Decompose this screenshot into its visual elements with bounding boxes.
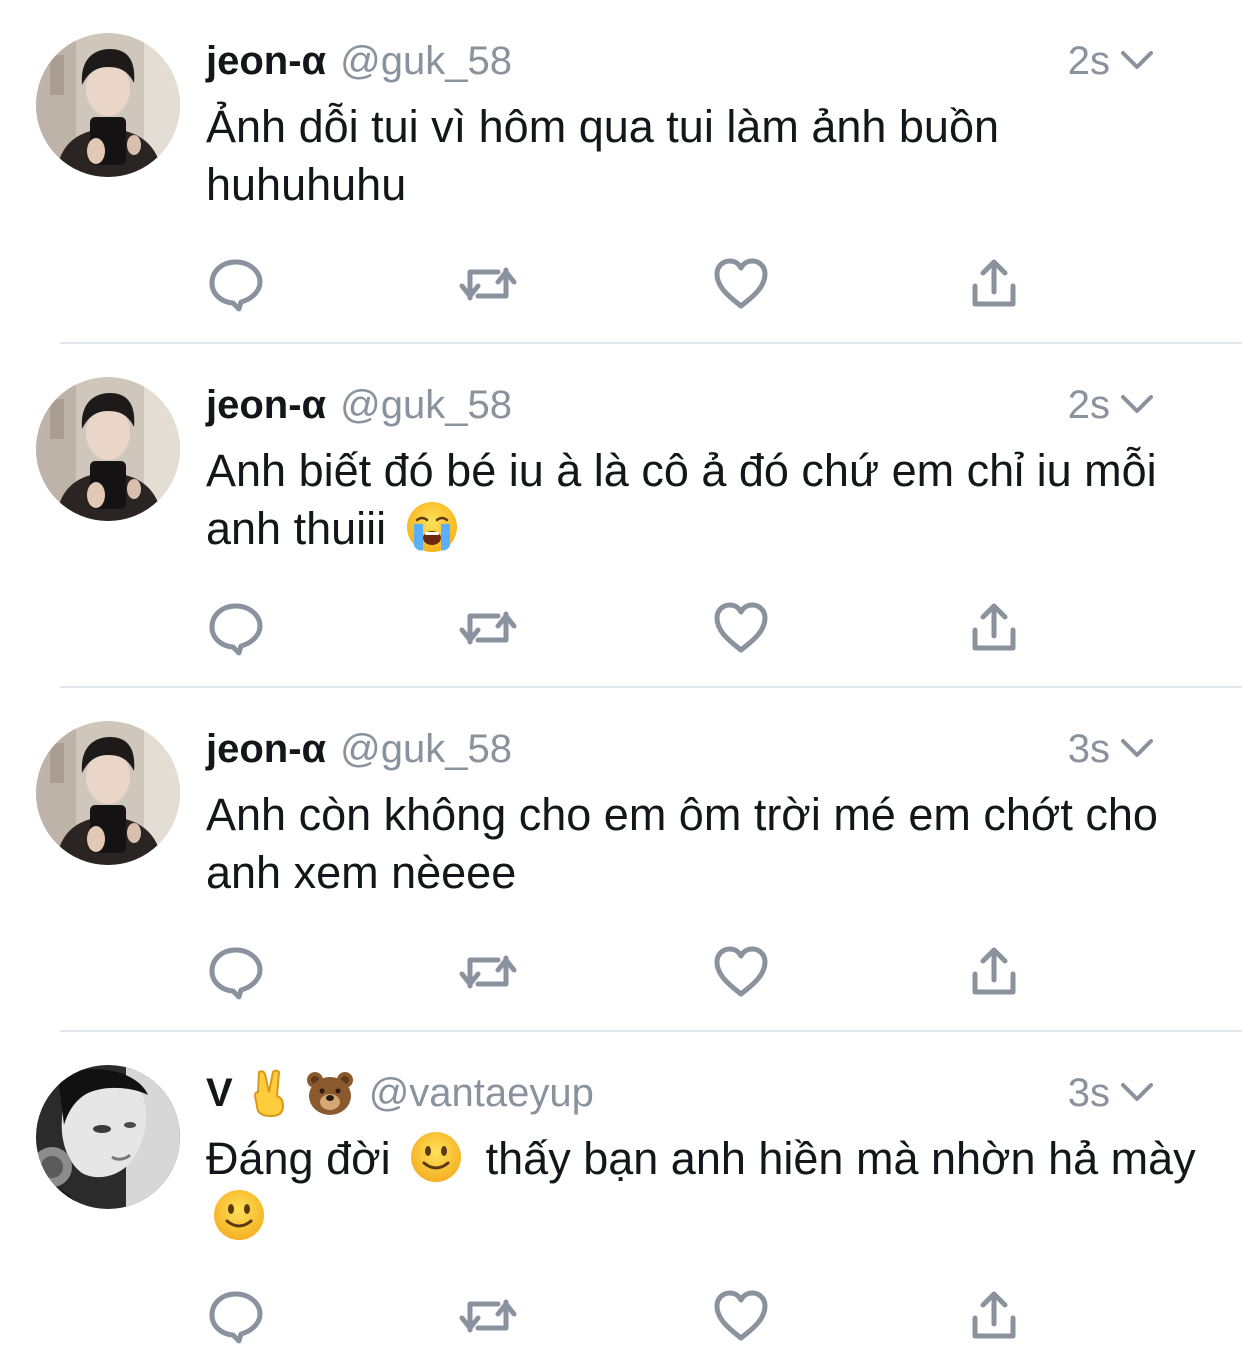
user-handle[interactable]: @guk_58 (340, 727, 512, 772)
tweet-actions (206, 1288, 1036, 1344)
like-icon[interactable] (711, 600, 771, 656)
like-icon[interactable] (711, 1288, 771, 1344)
reply-icon[interactable] (206, 600, 266, 656)
like-icon[interactable] (711, 944, 771, 1000)
tweet-header: V @vantaeyup 3s (206, 1068, 1202, 1118)
display-name[interactable]: jeon-α (206, 383, 326, 428)
tweet-text-part: Đáng đời (206, 1133, 391, 1184)
tweet-header: jeon-α @guk_58 2s (206, 380, 1202, 430)
tweet-actions (206, 600, 1036, 656)
retweet-icon[interactable] (458, 944, 518, 1000)
timestamp: 2s (1067, 383, 1110, 427)
tweet-actions (206, 944, 1036, 1000)
retweet-icon[interactable] (458, 256, 518, 312)
tweet-text: Anh biết đó bé iu à là cô ả đó chứ em ch… (206, 442, 1196, 558)
share-icon[interactable] (964, 944, 1024, 1000)
display-name[interactable]: V (206, 1071, 233, 1116)
tweet-text-part: Ảnh dỗi tui vì hôm qua tui làm ảnh buồn … (206, 101, 1000, 210)
avatar[interactable] (36, 1065, 180, 1209)
tweet[interactable]: jeon-α @guk_58 2s Ảnh dỗi tui vì hôm qua… (0, 0, 1242, 344)
avatar[interactable] (36, 377, 180, 521)
share-icon[interactable] (964, 600, 1024, 656)
chevron-down-icon[interactable] (1120, 736, 1154, 760)
tweet-text-part: thấy bạn anh hiền mà nhờn hả mày (485, 1133, 1196, 1184)
tweet-text-part: Anh còn không cho em ôm trời mé em chớt … (206, 789, 1158, 898)
tweet-header: jeon-α @guk_58 3s (206, 724, 1202, 774)
user-handle[interactable]: @guk_58 (340, 383, 512, 428)
slightly-smiling-face-emoji (212, 1188, 266, 1242)
share-icon[interactable] (964, 1288, 1024, 1344)
tweet-text: Anh còn không cho em ôm trời mé em chớt … (206, 786, 1196, 902)
tweet-text: Đáng đời thấy bạn anh hiền mà nhờn hả mà… (206, 1130, 1196, 1246)
timestamp: 2s (1067, 39, 1110, 83)
reply-icon[interactable] (206, 944, 266, 1000)
share-icon[interactable] (964, 256, 1024, 312)
chevron-down-icon[interactable] (1120, 48, 1154, 72)
tweet[interactable]: V @vantaeyup 3s Đáng đời thấy bạn anh hi… (0, 1032, 1242, 1371)
timestamp: 3s (1067, 727, 1110, 771)
avatar[interactable] (36, 721, 180, 865)
tweet-text: Ảnh dỗi tui vì hôm qua tui làm ảnh buồn … (206, 98, 1196, 214)
user-handle[interactable]: @vantaeyup (369, 1071, 594, 1116)
retweet-icon[interactable] (458, 1288, 518, 1344)
tweet-text-part: Anh biết đó bé iu à là cô ả đó chứ em ch… (206, 445, 1157, 554)
display-name[interactable]: jeon-α (206, 39, 326, 84)
tweet-actions (206, 256, 1036, 312)
tweet-header: jeon-α @guk_58 2s (206, 36, 1202, 86)
like-icon[interactable] (711, 256, 771, 312)
tweet[interactable]: jeon-α @guk_58 3s Anh còn không cho em ô… (0, 688, 1242, 1032)
tweet[interactable]: jeon-α @guk_58 2s Anh biết đó bé iu à là… (0, 344, 1242, 688)
reply-icon[interactable] (206, 1288, 266, 1344)
slightly-smiling-face-emoji (409, 1130, 463, 1184)
avatar[interactable] (36, 33, 180, 177)
crying-face-emoji (405, 500, 459, 554)
user-handle[interactable]: @guk_58 (340, 39, 512, 84)
retweet-icon[interactable] (458, 600, 518, 656)
display-name[interactable]: jeon-α (206, 727, 326, 772)
bear-face-emoji (305, 1068, 355, 1118)
chevron-down-icon[interactable] (1120, 1080, 1154, 1104)
chevron-down-icon[interactable] (1120, 392, 1154, 416)
victory-hand-emoji (247, 1068, 291, 1118)
timestamp: 3s (1067, 1071, 1110, 1115)
reply-icon[interactable] (206, 256, 266, 312)
